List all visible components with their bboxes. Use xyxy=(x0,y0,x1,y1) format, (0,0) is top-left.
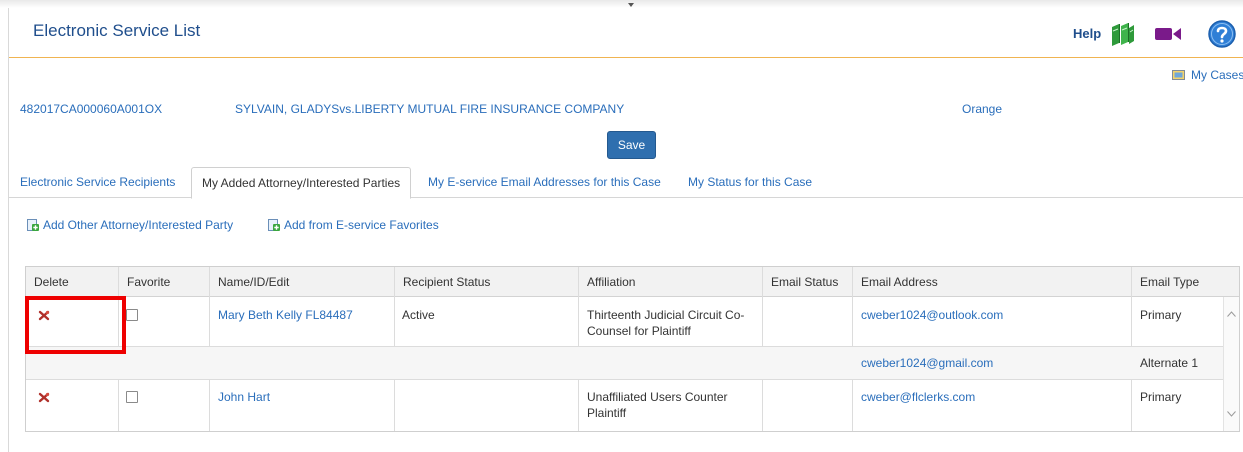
tab-electronic-service-recipients[interactable]: Electronic Service Recipients xyxy=(20,167,175,197)
caret-down-icon xyxy=(628,3,634,7)
delete-x-icon[interactable] xyxy=(38,392,50,403)
case-number: 482017CA000060A001OX xyxy=(20,102,163,116)
my-cases-label[interactable]: My Cases xyxy=(1191,68,1243,82)
table-row: cweber1024@gmail.com Alternate 1 xyxy=(26,347,1223,380)
tab-my-email-addresses[interactable]: My E-service Email Addresses for this Ca… xyxy=(428,167,661,197)
column-header-label: Recipient Status xyxy=(403,275,491,289)
email-address-link[interactable]: cweber@flclerks.com xyxy=(861,389,975,405)
question-circle-icon[interactable] xyxy=(1208,20,1236,48)
column-header-name: Name/ID/Edit xyxy=(210,267,394,297)
column-header-favorite: Favorite xyxy=(119,267,209,297)
page-title: Electronic Service List xyxy=(33,21,201,40)
favorite-checkbox[interactable] xyxy=(126,309,138,321)
table-row: John Hart Unaffiliated Users Counter Pla… xyxy=(26,380,1223,431)
column-header-email-type: Email Type xyxy=(1132,267,1239,297)
add-from-favorites-link[interactable]: Add from E-service Favorites xyxy=(268,218,439,232)
column-header-email-address: Email Address xyxy=(853,267,1131,297)
email-type: Alternate 1 xyxy=(1140,356,1199,370)
favorite-checkbox[interactable] xyxy=(126,391,138,403)
affiliation: Thirteenth Judicial Circuit Co-Counsel f… xyxy=(587,308,745,338)
column-header-label: Delete xyxy=(34,275,69,289)
email-type: Primary xyxy=(1140,308,1182,322)
affiliation: Unaffiliated Users Counter Plaintiff xyxy=(587,390,728,420)
delete-x-icon[interactable] xyxy=(38,310,50,321)
column-header-label: Email Type xyxy=(1140,275,1200,289)
add-green-plus-icon xyxy=(27,219,39,231)
books-icon[interactable] xyxy=(1109,21,1135,47)
column-header-recipient-status: Recipient Status xyxy=(395,267,578,297)
page-header: Electronic Service List Help xyxy=(9,8,1243,58)
add-other-party-label[interactable]: Add Other Attorney/Interested Party xyxy=(43,218,233,232)
column-header-label: Favorite xyxy=(127,275,171,289)
recipient-status: Active xyxy=(402,308,435,322)
email-address-link[interactable]: cweber1024@gmail.com xyxy=(861,355,993,371)
add-other-party-link[interactable]: Add Other Attorney/Interested Party xyxy=(27,218,233,232)
email-address-link[interactable]: cweber1024@outlook.com xyxy=(861,307,1003,323)
email-type: Primary xyxy=(1140,390,1182,404)
save-button[interactable]: Save xyxy=(607,131,656,159)
table-row: Mary Beth Kelly FL84487 Active Thirteent… xyxy=(26,297,1223,347)
recipient-name-link[interactable]: Mary Beth Kelly FL84487 xyxy=(218,307,353,323)
column-header-delete: Delete xyxy=(26,267,118,297)
my-cases-icon xyxy=(1172,70,1185,80)
chevron-up-icon[interactable] xyxy=(1227,311,1236,317)
case-title: SYLVAIN, GLADYSvs.LIBERTY MUTUAL FIRE IN… xyxy=(235,102,625,116)
add-from-favorites-label[interactable]: Add from E-service Favorites xyxy=(284,218,439,232)
case-county: Orange xyxy=(962,102,1003,116)
add-green-plus-icon xyxy=(268,219,280,231)
my-cases-link[interactable]: My Cases xyxy=(1172,68,1243,82)
video-camera-icon[interactable] xyxy=(1154,26,1182,42)
column-header-affiliation: Affiliation xyxy=(579,267,762,297)
column-header-label: Email Address xyxy=(861,275,938,289)
column-header-label: Name/ID/Edit xyxy=(218,275,290,289)
browser-top-strip xyxy=(0,0,1243,8)
column-header-label: Email Status xyxy=(771,275,839,289)
column-header-email-status: Email Status xyxy=(763,267,852,297)
tab-my-added-parties[interactable]: My Added Attorney/Interested Parties xyxy=(191,167,412,199)
table-scrollbar[interactable] xyxy=(1223,297,1239,431)
recipients-table: Delete Favorite Name/ID/Edit Recipient S… xyxy=(25,266,1240,432)
tab-my-status[interactable]: My Status for this Case xyxy=(688,167,812,197)
recipient-name-link[interactable]: John Hart xyxy=(218,389,270,405)
chevron-down-icon[interactable] xyxy=(1227,411,1236,417)
help-link[interactable]: Help xyxy=(1073,26,1101,41)
tab-bar: Electronic Service Recipients My Added A… xyxy=(9,167,1243,199)
left-border xyxy=(8,8,9,452)
column-header-label: Affiliation xyxy=(587,275,636,289)
